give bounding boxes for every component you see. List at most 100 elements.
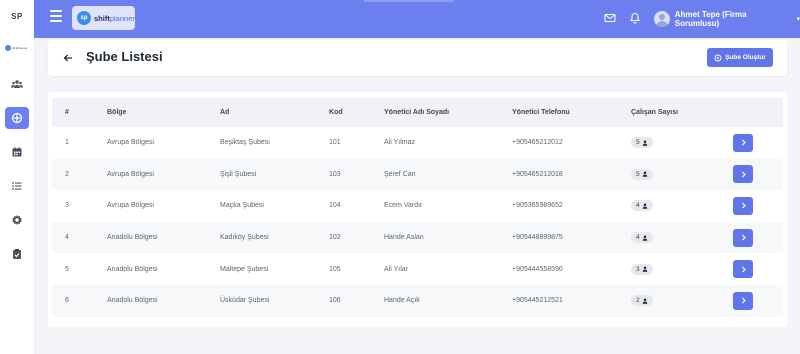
sidebar-logo[interactable]: shiftplanner: [5, 44, 29, 52]
employee-count-badge: 5: [631, 168, 653, 180]
topbar-accent: [364, 0, 454, 2]
branch-detail-button[interactable]: [733, 196, 753, 215]
cell-employees: 4: [631, 190, 733, 222]
user-name: Ahmet Tepe (Firma Sorumlusu): [674, 10, 747, 28]
create-branch-button[interactable]: Şube Oluştur: [707, 48, 773, 67]
cell-region: Anadolu Bölgesi: [107, 297, 158, 305]
cell-phone: +905365989652: [512, 202, 563, 210]
branch-table: # Bölge Ad Kod Yönetici Adı Soyadı Yönet…: [52, 98, 783, 317]
cell-name: Beşiktaş Şubesi: [220, 139, 270, 147]
person-icon: [642, 298, 647, 304]
cell-region: Anadolu Bölgesi: [107, 234, 158, 242]
branch-detail-button[interactable]: [733, 228, 753, 247]
person-icon: [642, 266, 647, 272]
menu-toggle-icon[interactable]: [50, 10, 62, 22]
page-title: Şube Listesi: [86, 49, 163, 64]
cell-phone: +905465212012: [512, 139, 563, 147]
bell-icon[interactable]: [629, 12, 641, 24]
col-header-manager: Yönetici Adı Soyadı: [384, 109, 450, 116]
cell-name: Maltepe Şubesi: [220, 265, 269, 273]
employee-count: 4: [636, 234, 640, 242]
employee-count: 3: [636, 265, 640, 273]
person-icon: [642, 171, 647, 178]
cell-actions: [733, 190, 783, 222]
sidebar: SP shiftplanner: [0, 0, 35, 354]
table-row: 2 Avrupa Bölgesi Şişli Şubesi 103 Şeref Can +…: [52, 158, 783, 191]
logo-mark: [5, 45, 11, 51]
cell-name: Üsküdar Şubesi: [220, 297, 270, 305]
col-header-no: #: [65, 109, 69, 116]
back-arrow-icon[interactable]: [62, 52, 74, 64]
sidebar-logo-text: shiftplanner: [12, 46, 28, 50]
cell-employees: 2: [631, 285, 733, 317]
create-branch-label: Şube Oluştur: [725, 54, 766, 61]
cell-code: 103: [329, 170, 341, 178]
cell-manager: Şeref Can: [384, 170, 416, 178]
brand-name: shiftplanner: [94, 13, 135, 23]
employee-count: 4: [636, 202, 640, 210]
chevron-down-icon: ▾: [796, 16, 800, 23]
sidebar-item-list[interactable]: [5, 175, 29, 197]
calendar-icon: [12, 147, 22, 157]
chevron-right-icon: [741, 234, 746, 241]
topbar: sp shiftplanner Ahmet Tepe (Firma Soruml…: [34, 0, 800, 38]
cell-manager: Hande Aslan: [384, 234, 424, 242]
sidebar-item-branches[interactable]: [5, 107, 29, 129]
cell-employees: 5: [631, 159, 733, 191]
employee-count-badge: 4: [631, 232, 653, 244]
employee-count-badge: 3: [631, 263, 653, 275]
cell-name: Maçka Şubesi: [220, 202, 264, 210]
page-header: Şube Listesi Şube Oluştur: [48, 40, 787, 76]
sidebar-item-calendar[interactable]: [5, 141, 29, 163]
chevron-right-icon: [741, 139, 746, 146]
cell-employees: 3: [631, 253, 733, 285]
employee-count-badge: 5: [631, 137, 653, 149]
sidebar-item-tasks[interactable]: [5, 243, 29, 265]
sidebar-initials: SP: [11, 12, 23, 21]
table-row: 6 Anadolu Bölgesi Üsküdar Şubesi 106 Hande A…: [52, 284, 783, 317]
users-icon: [11, 80, 23, 88]
cell-phone: +905465212018: [512, 170, 563, 178]
employee-count-badge: 4: [631, 200, 653, 212]
cell-region: Avrupa Bölgesi: [107, 139, 154, 147]
branch-detail-button[interactable]: [733, 133, 753, 152]
col-header-phone: Yönetici Telefonu: [512, 109, 570, 116]
table-row: 3 Avrupa Bölgesi Maçka Şubesi 104 Ecem Vardı…: [52, 190, 783, 222]
cell-actions: [733, 222, 783, 254]
cell-code: 101: [329, 139, 341, 147]
settings-icon: [12, 215, 22, 225]
brand-logo[interactable]: sp shiftplanner: [72, 6, 135, 30]
brand-mark: sp: [77, 11, 91, 25]
cell-name: Şişli Şubesi: [220, 170, 257, 178]
cell-no: 2: [65, 170, 69, 178]
table-row: 1 Avrupa Bölgesi Beşiktaş Şubesi 101 Ali Yıl…: [52, 127, 783, 159]
table-row: 4 Anadolu Bölgesi Kadıköy Şubesi 102 Hande A…: [52, 221, 783, 254]
cell-phone: +905444558590: [512, 265, 563, 273]
sidebar-item-settings[interactable]: [5, 209, 29, 231]
employee-count: 2: [636, 297, 640, 305]
cell-no: 1: [65, 139, 69, 147]
branch-detail-button[interactable]: [733, 165, 753, 184]
user-menu[interactable]: Ahmet Tepe (Firma Sorumlusu) ▾: [654, 10, 800, 28]
cell-manager: Ecem Vardır: [384, 202, 423, 210]
mail-icon[interactable]: [604, 12, 616, 24]
sidebar-item-users[interactable]: [5, 73, 29, 95]
person-icon: [642, 140, 647, 146]
cell-employees: 5: [631, 127, 733, 159]
col-header-code: Kod: [329, 109, 343, 116]
cell-manager: Hande Açık: [384, 297, 420, 305]
cell-code: 102: [329, 234, 341, 242]
branch-detail-button[interactable]: [733, 260, 753, 279]
avatar: [654, 11, 670, 27]
cell-region: Avrupa Bölgesi: [107, 170, 154, 178]
cell-manager: Ali Yılar: [384, 265, 408, 273]
cell-actions: [733, 285, 783, 317]
col-header-employees: Çalışan Sayısı: [631, 109, 679, 116]
cell-code: 105: [329, 265, 341, 273]
cell-actions: [733, 159, 783, 191]
branch-detail-button[interactable]: [733, 291, 753, 310]
branch-table-card: # Bölge Ad Kod Yönetici Adı Soyadı Yönet…: [48, 92, 787, 327]
chevron-right-icon: [741, 297, 746, 304]
cell-actions: [733, 253, 783, 285]
cell-no: 3: [65, 202, 69, 210]
